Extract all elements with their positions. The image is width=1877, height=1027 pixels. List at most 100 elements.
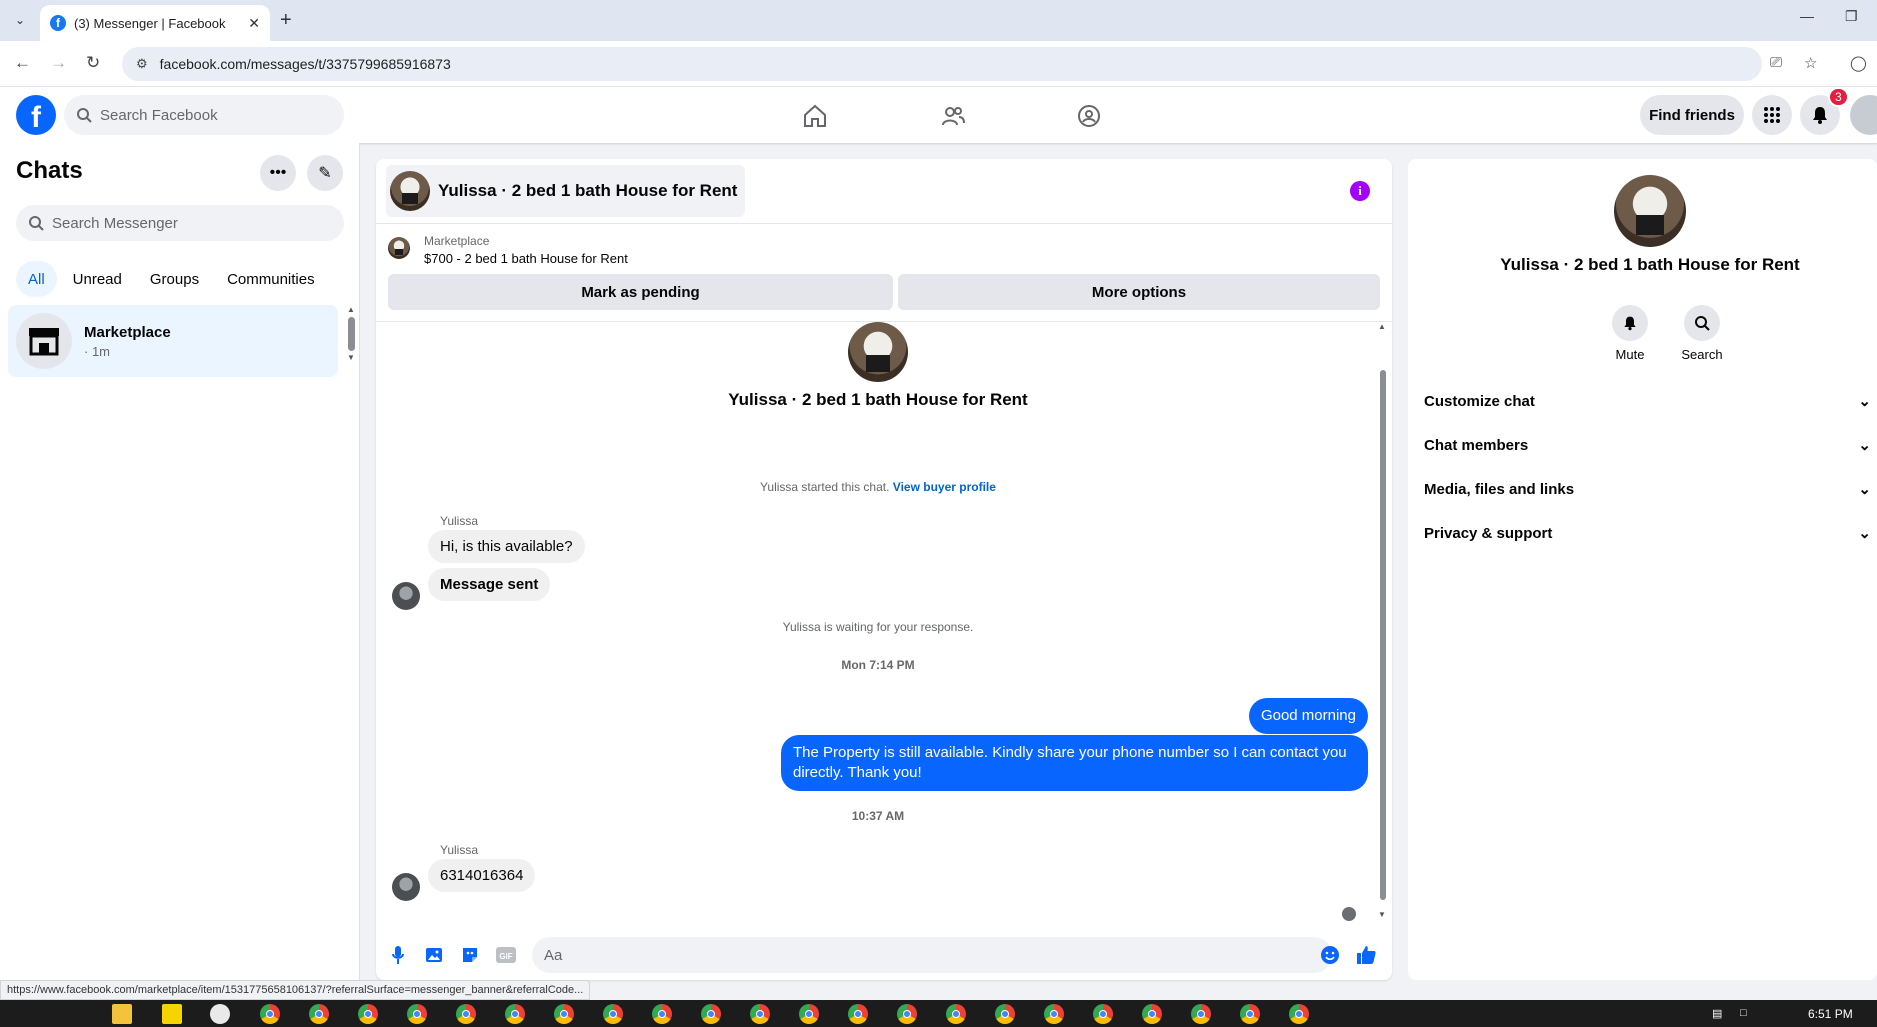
outgoing-message[interactable]: Good morning	[1248, 698, 1368, 734]
chrome-taskbar-icon[interactable]	[1191, 1004, 1211, 1024]
site-settings-icon[interactable]: ⚙	[136, 56, 148, 72]
tab-search-button[interactable]: ⌄	[8, 8, 32, 32]
section-customize-chat[interactable]: Customize chat ⌄	[1424, 383, 1877, 419]
search-icon	[77, 108, 92, 123]
browser-tab[interactable]: f (3) Messenger | Facebook ✕	[40, 5, 270, 41]
groups-icon[interactable]	[1074, 101, 1104, 131]
outgoing-message[interactable]: The Property is still available. Kindly …	[781, 735, 1368, 791]
chrome-taskbar-icon[interactable]	[1093, 1004, 1113, 1024]
profile-icon[interactable]: ◯	[1850, 54, 1867, 72]
network-icon[interactable]: ▤	[1712, 1007, 1722, 1020]
chrome-taskbar-icon[interactable]	[603, 1004, 623, 1024]
scroll-thumb[interactable]	[348, 317, 355, 351]
info-icon[interactable]: i	[1350, 181, 1370, 201]
filter-communities[interactable]: Communities	[215, 261, 327, 297]
chat-list-item-marketplace[interactable]: Marketplace · 1m	[8, 305, 338, 377]
chrome-taskbar-icon[interactable]	[1142, 1004, 1162, 1024]
file-explorer-icon[interactable]	[112, 1004, 132, 1024]
listing-price-title[interactable]: $700 - 2 bed 1 bath House for Rent	[424, 251, 628, 266]
scroll-down-icon[interactable]: ▼	[1378, 910, 1386, 919]
chrome-taskbar-icon[interactable]	[799, 1004, 819, 1024]
scroll-up-icon[interactable]: ▲	[347, 305, 355, 314]
tray-icon[interactable]: □	[1740, 1007, 1747, 1019]
chrome-taskbar-icon[interactable]	[1044, 1004, 1064, 1024]
mute-button[interactable]: Mute	[1600, 305, 1660, 362]
filter-unread[interactable]: Unread	[61, 261, 134, 297]
search-in-chat-button[interactable]: Search	[1672, 305, 1732, 362]
install-app-icon[interactable]: ⎚	[1770, 54, 1782, 71]
account-avatar[interactable]	[1850, 95, 1877, 135]
started-text: Yulissa started this chat.	[760, 480, 890, 494]
conversation-scrollbar[interactable]: ▲ ▼	[1378, 322, 1388, 922]
chrome-taskbar-icon[interactable]	[358, 1004, 378, 1024]
section-chat-members[interactable]: Chat members ⌄	[1424, 427, 1877, 463]
chrome-taskbar-icon[interactable]	[1240, 1004, 1260, 1024]
chat-list-scrollbar[interactable]: ▲ ▼	[347, 305, 355, 363]
thumbs-up-icon[interactable]	[1354, 943, 1378, 967]
forward-icon[interactable]: →	[50, 53, 67, 73]
facebook-logo-icon[interactable]: f	[16, 95, 56, 135]
chrome-taskbar-icon[interactable]	[848, 1004, 868, 1024]
section-media-files-links[interactable]: Media, files and links ⌄	[1424, 471, 1877, 507]
emoji-icon[interactable]	[1318, 943, 1342, 967]
url-field[interactable]: ⚙ facebook.com/messages/t/33757996859168…	[122, 47, 1762, 81]
facebook-search-input[interactable]	[100, 106, 310, 124]
mark-as-pending-button[interactable]: Mark as pending	[388, 274, 893, 310]
chat-item-time: · 1m	[84, 343, 110, 359]
chrome-taskbar-icon[interactable]	[995, 1004, 1015, 1024]
chrome-taskbar-icon[interactable]	[260, 1004, 280, 1024]
messenger-search[interactable]	[16, 205, 344, 241]
restore-icon[interactable]: ❐	[1845, 8, 1858, 25]
incoming-message[interactable]: Message sent	[428, 568, 551, 601]
conversation-title-button[interactable]: Yulissa · 2 bed 1 bath House for Rent	[386, 165, 746, 217]
friends-icon[interactable]	[938, 101, 968, 131]
sender-avatar[interactable]	[392, 582, 420, 610]
facebook-search[interactable]	[64, 95, 344, 135]
chrome-taskbar-icon[interactable]	[407, 1004, 427, 1024]
chrome-taskbar-icon[interactable]	[701, 1004, 721, 1024]
scroll-thumb[interactable]	[1380, 370, 1386, 900]
gif-icon[interactable]: GIF	[494, 943, 518, 967]
clock[interactable]: 6:51 PM	[1808, 1007, 1853, 1021]
chrome-taskbar-icon[interactable]	[456, 1004, 476, 1024]
reload-icon[interactable]: ↻	[86, 53, 100, 73]
new-tab-button[interactable]: +	[280, 9, 292, 32]
filter-all[interactable]: All	[16, 261, 57, 297]
incoming-message[interactable]: Hi, is this available?	[428, 530, 585, 563]
sticker-icon[interactable]	[458, 943, 482, 967]
chrome-taskbar-icon[interactable]	[750, 1004, 770, 1024]
messenger-search-input[interactable]	[52, 214, 322, 232]
message-input[interactable]	[544, 946, 1284, 964]
photo-icon[interactable]	[422, 943, 446, 967]
message-input-field[interactable]	[532, 937, 1332, 973]
menu-grid-icon[interactable]	[1752, 95, 1792, 135]
find-friends-button[interactable]: Find friends	[1640, 95, 1744, 135]
filter-groups[interactable]: Groups	[138, 261, 211, 297]
incoming-message[interactable]: 6314016364	[428, 859, 536, 892]
chrome-taskbar-icon[interactable]	[505, 1004, 525, 1024]
view-buyer-profile-link[interactable]: View buyer profile	[893, 480, 996, 494]
more-options-button[interactable]: More options	[898, 274, 1380, 310]
sender-avatar[interactable]	[392, 873, 420, 901]
listing-small-thumbnail[interactable]	[388, 237, 410, 259]
chrome-taskbar-icon[interactable]	[554, 1004, 574, 1024]
chrome-taskbar-icon[interactable]	[652, 1004, 672, 1024]
bookmark-star-icon[interactable]: ☆	[1804, 54, 1817, 72]
microphone-icon[interactable]	[386, 943, 410, 967]
close-tab-icon[interactable]: ✕	[248, 15, 260, 32]
chrome-taskbar-icon[interactable]	[946, 1004, 966, 1024]
sticky-notes-icon[interactable]	[162, 1004, 182, 1024]
paint-icon[interactable]	[210, 1004, 230, 1024]
home-icon[interactable]	[800, 101, 830, 131]
new-message-icon[interactable]: ✎	[307, 155, 343, 191]
section-privacy-support[interactable]: Privacy & support ⌄	[1424, 515, 1877, 551]
minimize-icon[interactable]: —	[1800, 8, 1814, 24]
more-options-icon[interactable]: •••	[260, 155, 296, 191]
scroll-up-icon[interactable]: ▲	[1378, 322, 1386, 331]
scroll-down-icon[interactable]: ▼	[347, 353, 355, 362]
info-name: Yulissa · 2 bed 1 bath House for Rent	[1500, 255, 1800, 274]
chrome-taskbar-icon[interactable]	[309, 1004, 329, 1024]
chrome-taskbar-icon[interactable]	[897, 1004, 917, 1024]
chrome-taskbar-icon[interactable]	[1289, 1004, 1309, 1024]
back-icon[interactable]: ←	[14, 53, 31, 73]
